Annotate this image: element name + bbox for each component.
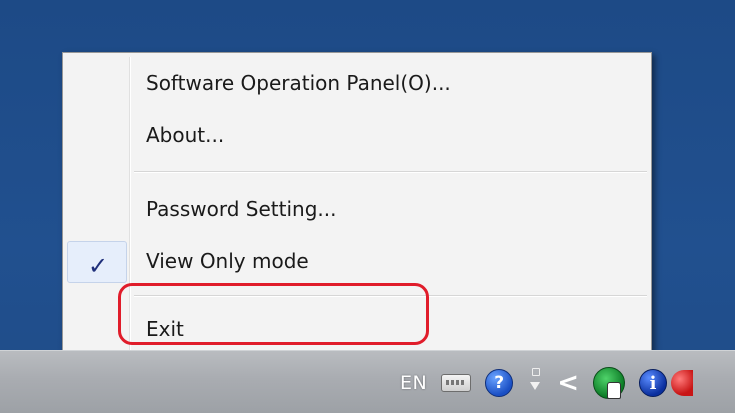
red-icon[interactable] xyxy=(671,370,694,396)
chevron-left-icon[interactable]: < xyxy=(557,370,579,396)
highlight-ring xyxy=(118,283,429,345)
menu-item-password-setting[interactable]: Password Setting... xyxy=(67,187,647,231)
menu-item-about[interactable]: About... xyxy=(67,113,647,157)
flag-icon[interactable] xyxy=(527,368,543,398)
check-box: ✓ xyxy=(67,241,127,283)
menu-item-view-only-mode[interactable]: ✓ View Only mode xyxy=(67,239,647,283)
system-tray: EN ? < i xyxy=(400,363,694,403)
menu-separator xyxy=(134,171,647,173)
keyboard-icon[interactable] xyxy=(441,374,472,392)
menu-item-label: Software Operation Panel(O)... xyxy=(146,71,451,95)
scanner-icon[interactable] xyxy=(593,367,626,399)
menu-item-label: Password Setting... xyxy=(146,197,337,221)
menu-item-software-operation-panel[interactable]: Software Operation Panel(O)... xyxy=(67,61,647,105)
language-indicator[interactable]: EN xyxy=(400,372,427,394)
menu-item-label: View Only mode xyxy=(146,249,309,273)
info-icon[interactable]: i xyxy=(639,369,668,397)
menu-item-label: About... xyxy=(146,123,225,147)
help-icon[interactable]: ? xyxy=(485,369,514,397)
checkmark-icon: ✓ xyxy=(88,252,109,280)
context-menu: Software Operation Panel(O)... About... … xyxy=(62,52,652,362)
taskbar: EN ? < i xyxy=(0,350,735,413)
